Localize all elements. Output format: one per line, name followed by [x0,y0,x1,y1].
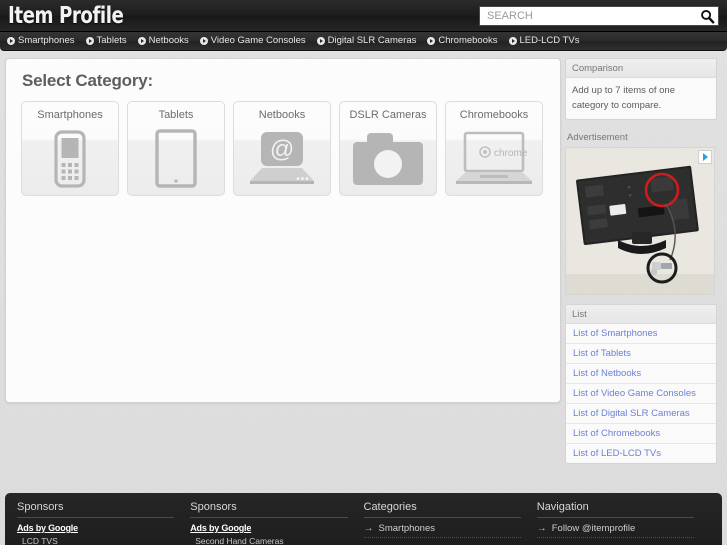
search-input[interactable] [485,7,696,25]
nav-item-label: Tablets [96,35,127,47]
primary-nav: Smartphones Tablets Netbooks Video Game … [0,32,727,51]
list-widget-links: List of Smartphones List of Tablets List… [566,324,716,463]
nav-item-label: LED-LCD TVs [519,35,580,47]
bullet-icon [508,37,517,45]
list-widget-title: List [566,305,716,325]
arrow-right-icon: → [363,522,374,534]
nav-item-smartphones[interactable]: Smartphones [7,36,75,46]
svg-text:@: @ [270,136,294,163]
advertisement-label: Advertisement [567,132,628,144]
ad-tv-illustration [566,148,714,295]
bullet-icon [316,37,325,45]
category-card-netbooks[interactable]: Netbooks @ [233,101,331,196]
category-card-label: Tablets [158,109,194,121]
page-title: Select Category: [22,71,153,90]
footer-ad-text: LCD TVS [22,536,58,545]
category-card-dslr-cameras[interactable]: DSLR Cameras [339,101,437,196]
nav-item-video-game-consoles[interactable]: Video Game Consoles [199,35,306,47]
adchoices-icon[interactable] [698,150,712,165]
footer-link-label: Follow @itemprofile [551,523,636,534]
arrow-right-icon: → [536,522,547,534]
list-link-netbooks[interactable]: List of Netbooks [566,364,716,385]
site-footer: Sponsors Ads by Google LCD TVS Sponsors … [5,493,722,545]
site-header: Item Profile [0,0,727,32]
footer-column-navigation: Navigation → Follow @itemprofile [536,501,708,545]
nav-item-label: Netbooks [148,35,189,47]
advertisement-image[interactable] [565,147,715,296]
footer-column-sponsors-1: Sponsors Ads by Google LCD TVS [17,501,188,545]
category-card-chromebooks[interactable]: Chromebooks chrome [445,101,543,196]
list-link-chromebooks[interactable]: List of Chromebooks [566,424,716,445]
category-card-label: DSLR Cameras [349,109,427,121]
ads-by-google-link[interactable]: Ads by Google [17,523,188,533]
comparison-widget: Comparison Add up to 7 items of one cate… [565,58,717,121]
category-card-smartphones[interactable]: Smartphones [21,101,119,196]
category-card-label: Netbooks [258,109,306,121]
site-logo[interactable]: Item Profile [8,1,124,31]
netbook-icon: @ [234,123,330,195]
nav-item-label: Digital SLR Cameras [327,35,417,47]
footer-column-title: Categories [363,501,521,518]
category-card-tablets[interactable]: Tablets [127,101,225,196]
list-widget: List List of Smartphones List of Tablets… [565,304,717,465]
nav-item-led-lcd-tvs[interactable]: LED-LCD TVs [508,35,580,47]
footer-link-smartphones[interactable]: → Smartphones [363,522,521,538]
bullet-icon [85,37,94,45]
nav-item-digital-slr-cameras[interactable]: Digital SLR Cameras [316,35,417,47]
footer-ad-text: Second Hand Cameras [195,536,284,545]
smartphone-icon [22,123,118,195]
footer-link-follow-twitter[interactable]: → Follow @itemprofile [536,522,694,538]
nav-item-label: Chromebooks [438,35,498,47]
footer-column-sponsors-2: Sponsors Ads by Google Second Hand Camer… [190,501,361,545]
category-card-label: Smartphones [37,109,103,121]
page-body: Select Category: Smartphones Tablets Net… [0,51,727,473]
bullet-icon [427,37,436,45]
comparison-widget-title: Comparison [566,59,716,78]
bullet-icon [7,37,15,45]
category-card-label: Chromebooks [459,109,529,121]
bullet-icon [137,37,146,45]
chromebook-icon: chrome [446,123,542,195]
list-link-digital-slr-cameras[interactable]: List of Digital SLR Cameras [566,404,716,425]
advertisement-widget: Advertisement [565,129,717,296]
list-link-smartphones[interactable]: List of Smartphones [566,324,716,345]
nav-item-label: Video Game Consoles [210,35,306,47]
footer-link-label: Smartphones [378,523,436,534]
tablet-icon [128,123,224,195]
search-icon [700,9,714,24]
footer-column-title: Sponsors [17,501,175,518]
camera-icon [340,123,436,195]
list-link-led-lcd-tvs[interactable]: List of LED-LCD TVs [566,444,716,463]
search-box[interactable] [479,6,719,26]
page-root: Item Profile Smartphones Tablets Netbook… [0,0,727,545]
list-link-video-game-consoles[interactable]: List of Video Game Consoles [566,384,716,405]
bullet-icon [199,37,208,45]
footer-column-title: Navigation [536,501,694,518]
footer-column-categories: Categories → Smartphones [363,501,535,545]
nav-item-chromebooks[interactable]: Chromebooks [427,35,498,47]
nav-item-tablets[interactable]: Tablets [85,35,127,47]
nav-item-label: Smartphones [18,35,75,47]
main-content-panel: Select Category: Smartphones Tablets Net… [5,58,561,403]
search-button[interactable] [696,7,718,25]
right-sidebar: Comparison Add up to 7 items of one cate… [565,58,717,473]
nav-item-netbooks[interactable]: Netbooks [137,35,189,47]
svg-text:chrome: chrome [494,148,528,159]
ads-by-google-link[interactable]: Ads by Google [190,523,361,533]
list-link-tablets[interactable]: List of Tablets [566,344,716,365]
category-card-grid: Smartphones Tablets Netbooks @ DSLR Came… [21,101,548,196]
footer-column-title: Sponsors [190,501,348,518]
comparison-widget-text: Add up to 7 items of one category to com… [572,85,675,111]
